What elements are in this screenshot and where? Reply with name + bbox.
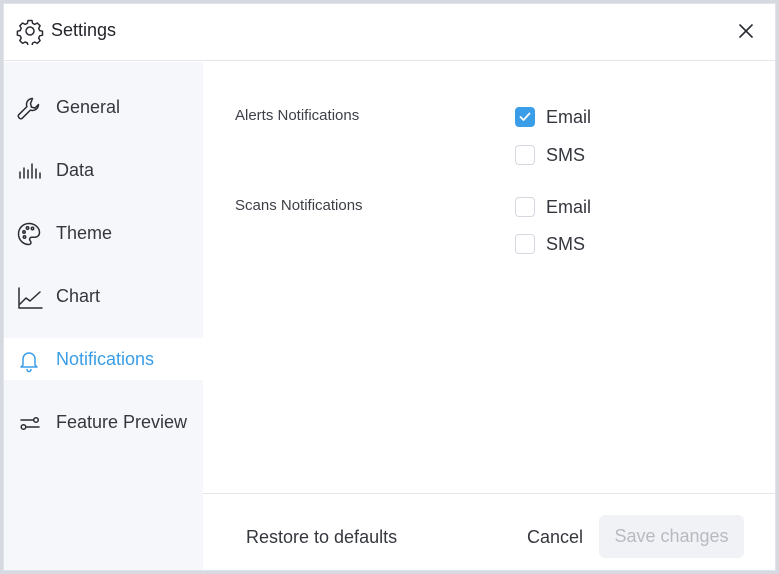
line-chart-icon — [15, 283, 43, 311]
settings-dialog: Settings General Data Theme Chart Notifi… — [3, 3, 776, 571]
alerts-sms-checkbox[interactable]: SMS — [515, 143, 585, 167]
dialog-footer: Restore to defaults Cancel Save changes — [203, 493, 775, 570]
close-button[interactable] — [733, 18, 759, 44]
scans-sms-checkbox[interactable]: SMS — [515, 232, 585, 256]
sidebar-item-label: Notifications — [56, 349, 155, 369]
sidebar-item-notifications[interactable]: Notifications — [4, 338, 203, 380]
sidebar-item-label: Chart — [56, 286, 101, 306]
gear-icon — [16, 17, 44, 47]
dialog-title: Settings — [51, 20, 117, 40]
settings-sidebar: General Data Theme Chart Notifications F… — [4, 62, 203, 570]
bar-chart-icon — [15, 157, 43, 185]
checkbox-label: Email — [546, 196, 592, 217]
bell-icon — [15, 346, 43, 374]
scans-notifications-label: Scans Notifications — [235, 197, 363, 214]
wrench-icon — [15, 94, 43, 122]
sidebar-item-label: Theme — [56, 223, 113, 243]
checkbox[interactable] — [515, 197, 535, 217]
sidebar-item-data[interactable]: Data — [4, 149, 203, 191]
sidebar-item-theme[interactable]: Theme — [4, 212, 203, 254]
alerts-email-checkbox[interactable]: Email — [515, 105, 591, 129]
alerts-notifications-label: Alerts Notifications — [235, 107, 360, 124]
palette-icon — [15, 220, 43, 248]
restore-defaults-button[interactable]: Restore to defaults — [246, 527, 397, 548]
sidebar-item-label: General — [56, 97, 121, 117]
sidebar-item-feature-preview[interactable]: Feature Preview — [4, 401, 203, 443]
save-changes-button[interactable]: Save changes — [599, 515, 744, 558]
checkbox-label: Email — [546, 106, 592, 127]
sidebar-item-label: Feature Preview — [56, 412, 188, 432]
check-icon — [519, 112, 531, 121]
cancel-button[interactable]: Cancel — [527, 527, 583, 548]
scans-email-checkbox[interactable]: Email — [515, 195, 591, 219]
checkbox-label: SMS — [546, 233, 586, 254]
sidebar-item-chart[interactable]: Chart — [4, 275, 203, 317]
sidebar-item-label: Data — [56, 160, 95, 180]
close-icon — [739, 24, 753, 38]
checkbox[interactable] — [515, 107, 535, 127]
sliders-icon — [15, 409, 43, 437]
dialog-header: Settings — [4, 4, 775, 61]
sidebar-item-general[interactable]: General — [4, 86, 203, 128]
checkbox[interactable] — [515, 145, 535, 165]
checkbox-label: SMS — [546, 144, 586, 165]
notifications-panel: Alerts Notifications Email SMS Scans Not… — [203, 62, 775, 493]
checkbox[interactable] — [515, 234, 535, 254]
